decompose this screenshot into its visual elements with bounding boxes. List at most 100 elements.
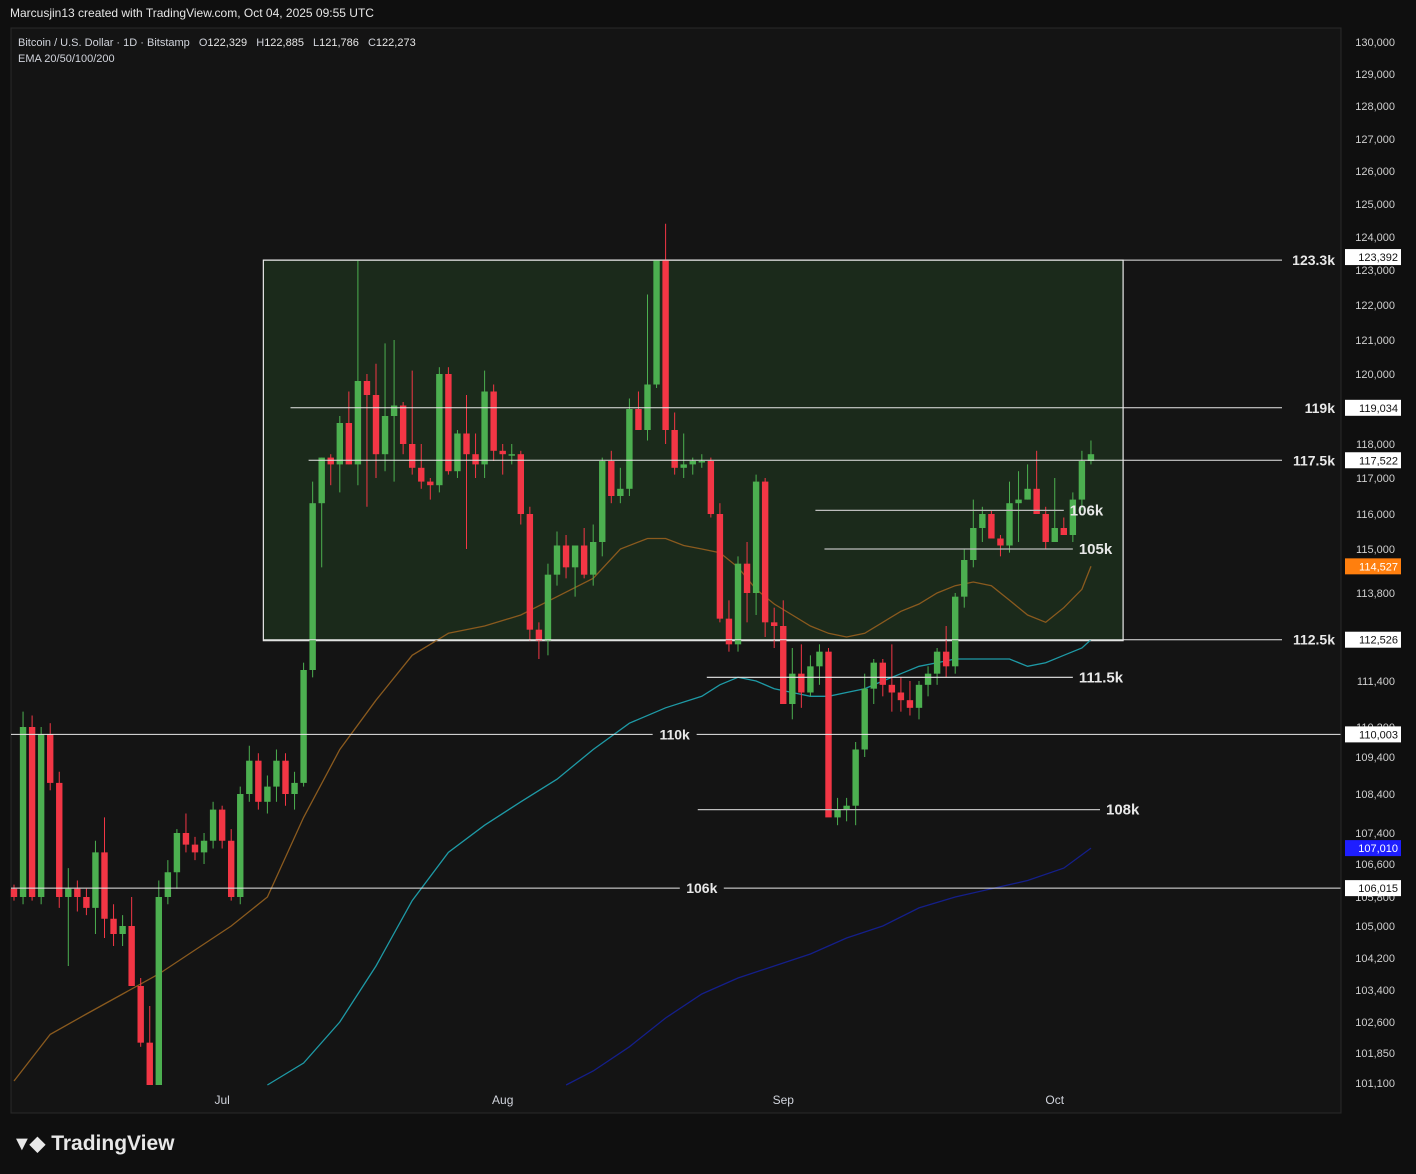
candle-body [309, 503, 316, 670]
price-label-text: 114,527 [1359, 561, 1398, 573]
time-tick: Aug [492, 1093, 513, 1107]
candle-body [888, 684, 896, 693]
candle [19, 711, 27, 905]
price-tick: 103,400 [1355, 985, 1395, 997]
candle-body [399, 405, 407, 444]
candle [255, 753, 262, 810]
candle-body [1015, 499, 1022, 504]
candle-body [879, 662, 886, 685]
price-tick: 118,000 [1356, 439, 1395, 451]
candle-body [671, 430, 678, 468]
candle-body [970, 528, 977, 560]
candle-body [906, 700, 914, 708]
price-label: 110,003 [1345, 726, 1401, 743]
candle-body [381, 416, 389, 455]
candle-body [409, 444, 416, 468]
candle-body [988, 514, 995, 539]
candle-body [65, 888, 72, 897]
candle-body [1078, 461, 1086, 500]
candle [155, 880, 162, 1085]
candle-body [390, 405, 398, 416]
price-tick: 122,000 [1355, 300, 1395, 312]
price-tick: 101,100 [1355, 1078, 1395, 1090]
candle-body [454, 433, 461, 472]
candle-body [942, 651, 950, 667]
candle-body [472, 454, 479, 465]
candle [825, 648, 832, 818]
candle-body [626, 409, 633, 489]
candle [445, 367, 452, 475]
candle-body [608, 461, 615, 496]
level-label: 110k [659, 726, 690, 742]
candle [707, 457, 715, 518]
candle-body [580, 545, 588, 575]
candle-body [436, 374, 443, 486]
price-label-text: 117,522 [1359, 455, 1398, 467]
tradingview-logo-icon: ▼◆ [12, 1133, 45, 1155]
candle-body [852, 749, 859, 806]
price-axis[interactable]: 130,000 129,000 128,000 127,000 126,000 125,0… [1340, 28, 1403, 1113]
candle-body [273, 760, 280, 787]
candle-body [979, 514, 986, 528]
candle-body [752, 481, 760, 593]
candle [490, 384, 497, 461]
candle [56, 771, 63, 908]
candle-body [698, 461, 705, 463]
candle-body [336, 423, 343, 465]
candle-body [771, 622, 778, 626]
price-tick: 111,400 [1357, 676, 1395, 688]
candle-body [182, 833, 190, 845]
candle-body [282, 760, 289, 794]
candle [952, 593, 959, 674]
price-tick: 126,000 [1355, 166, 1395, 178]
candle-body [961, 560, 968, 597]
indicator-text: EMA 20/50/100/200 [18, 53, 115, 65]
candle-body [1042, 514, 1049, 542]
high-value: 122,885 [264, 37, 304, 49]
price-tick: 101,850 [1355, 1048, 1395, 1060]
candle-body [780, 626, 787, 704]
price-label-text: 112,526 [1359, 635, 1398, 647]
candle-body [237, 794, 244, 897]
candle-body [508, 454, 515, 456]
candle-body [155, 897, 162, 1085]
candle-body [10, 888, 18, 897]
candle-body [526, 514, 534, 630]
candle-body [119, 926, 126, 934]
candle-body [363, 381, 371, 395]
candle-body [164, 872, 172, 897]
price-tick: 107,400 [1355, 828, 1395, 840]
candle [37, 727, 45, 905]
candle [237, 786, 244, 905]
candle-body [707, 461, 715, 514]
candle-body [716, 514, 724, 619]
price-label: 112,526 [1345, 631, 1401, 648]
candle-body [997, 538, 1004, 546]
candle-body [861, 688, 868, 750]
price-label-text: 107,010 [1358, 843, 1398, 855]
candle [626, 398, 633, 496]
price-tick: 125,000 [1355, 199, 1395, 211]
candle-body [28, 727, 36, 897]
symbol-text: Bitcoin / U.S. Dollar · 1D · Bitstamp [18, 37, 190, 49]
close-value: 122,273 [376, 37, 416, 49]
candle-body [761, 481, 769, 623]
candle-body [653, 260, 660, 385]
candle-body [246, 760, 253, 794]
price-chart[interactable]: 123.3k 119k 117.5k 106k 105k 112.5k 111.5k 110k… [0, 0, 1416, 1174]
candle-body [173, 833, 181, 873]
candle-body [789, 673, 796, 704]
candle-body [834, 809, 841, 818]
candle-body [345, 423, 353, 465]
price-tick: 115,000 [1356, 544, 1395, 556]
candle-body [92, 852, 99, 908]
candle-body [110, 918, 117, 934]
candle-body [798, 673, 805, 693]
candle-body [255, 760, 262, 802]
candle-body [535, 629, 543, 641]
candle-body [463, 433, 470, 455]
candle-body [191, 844, 199, 853]
candle-body [101, 852, 108, 919]
price-tick: 128,000 [1355, 101, 1395, 113]
price-label-text: 106,015 [1358, 883, 1398, 895]
